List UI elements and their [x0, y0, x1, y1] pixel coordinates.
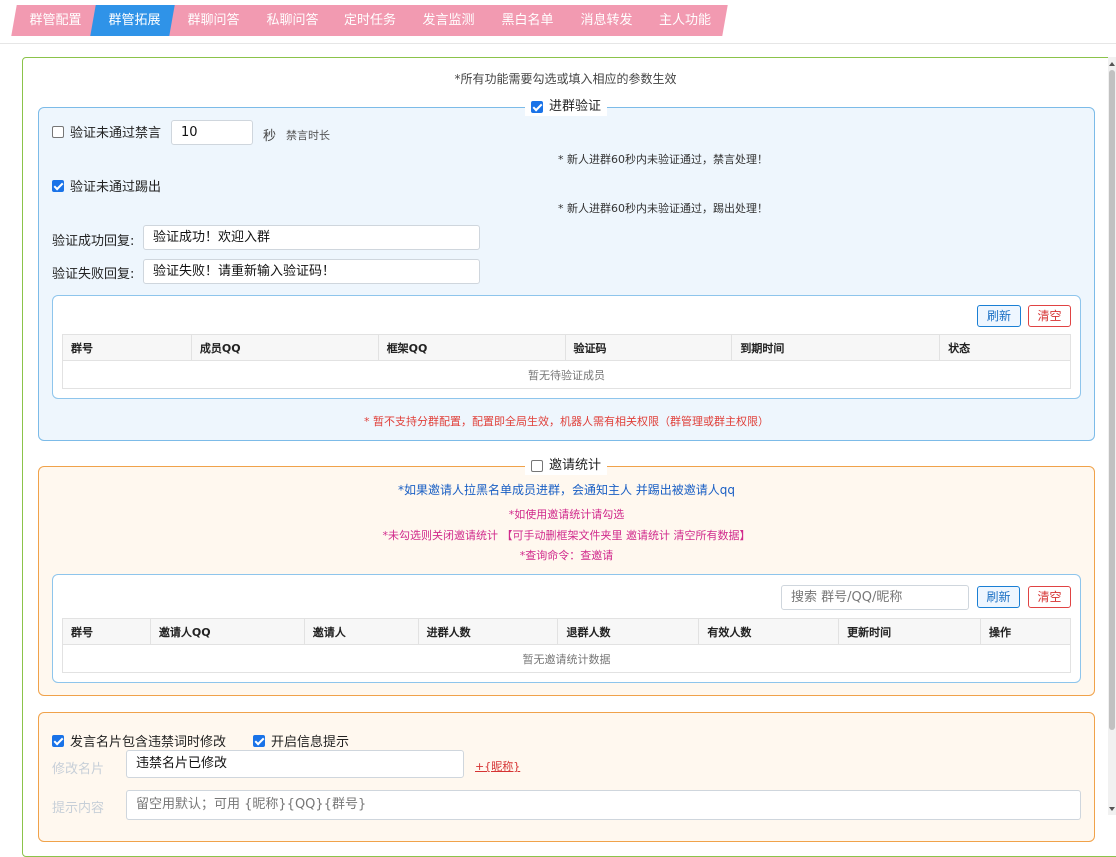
verify-legend-label: 进群验证 — [549, 99, 602, 114]
col-group-number: 群号 — [62, 334, 192, 361]
invite-empty-text: 暂无邀请统计数据 — [62, 644, 1071, 673]
table-header-row: 群号 邀请人QQ 邀请人 进群人数 退群人数 有效人数 更新时间 操作 — [62, 618, 1071, 645]
tab-owner-functions[interactable]: 主人功能 — [648, 5, 722, 36]
verify-refresh-button[interactable]: 刷新 — [977, 305, 1021, 327]
invite-note-1: *如果邀请人拉黑名单成员进群，会通知主人 并踢出被邀请人qq — [397, 483, 736, 497]
info-tip-label: 开启信息提示 — [271, 735, 350, 750]
tab-label: 群管配置 — [29, 13, 82, 28]
invite-enable-checkbox[interactable] — [531, 460, 543, 472]
card-label-2-text: 提示内容 — [52, 801, 105, 816]
fail-reply-input[interactable]: 验证失败！请重新输入验证码！ — [143, 259, 480, 284]
invite-clear-button[interactable]: 清空 — [1028, 586, 1071, 608]
tab-label: 消息转发 — [580, 13, 633, 28]
invite-legend-label: 邀请统计 — [549, 458, 602, 473]
mute-label: 验证未通过禁言 — [70, 126, 162, 141]
success-reply-label: 验证成功回复: — [52, 230, 134, 249]
card-label-1-text: 修改名片 — [52, 762, 105, 777]
table-row: 暂无邀请统计数据 — [62, 644, 1071, 673]
tab-label: 群聊问答 — [187, 13, 240, 28]
verify-empty-text: 暂无待验证成员 — [62, 360, 1071, 389]
card-option-1[interactable]: 发言名片包含违禁词时修改 — [52, 731, 226, 750]
card-option-2[interactable]: 开启信息提示 — [253, 731, 349, 750]
col-joined-count: 进群人数 — [417, 618, 559, 645]
invite-note-4: *查询命令：查邀请 — [519, 549, 614, 562]
col-verify-code: 验证码 — [564, 334, 733, 361]
tab-speech-monitor[interactable]: 发言监测 — [411, 5, 486, 36]
verify-clear-button[interactable]: 清空 — [1028, 305, 1071, 327]
tab-label: 主人功能 — [658, 13, 711, 28]
verify-table: 群号 成员QQ 框架QQ 验证码 到期时间 状态 暂无待验证成员 — [62, 334, 1071, 389]
tab-group-extension[interactable]: 群管拓展 — [96, 5, 173, 36]
invite-refresh-button[interactable]: 刷新 — [977, 586, 1020, 608]
card-name-input[interactable]: 违禁名片已修改 — [126, 750, 464, 778]
tab-private-qa[interactable]: 私聊问答 — [254, 5, 331, 36]
tab-label: 发言监测 — [422, 13, 475, 28]
col-frame-qq: 框架QQ — [377, 334, 566, 361]
kick-checkbox[interactable] — [52, 179, 64, 192]
mute-unit-hint: 禁言时长 — [286, 128, 331, 142]
kick-option[interactable]: 验证未通过踢出 — [52, 176, 161, 195]
fail-label-text: 验证失败回复: — [52, 267, 135, 282]
col-expire-time: 到期时间 — [731, 334, 941, 361]
col-valid-count: 有效人数 — [698, 618, 840, 645]
info-tip-checkbox[interactable] — [253, 734, 265, 747]
scroll-down-arrow-icon[interactable] — [1109, 807, 1115, 811]
table-row: 暂无待验证成员 — [62, 360, 1071, 389]
col-member-qq: 成员QQ — [190, 334, 379, 361]
tab-group-config[interactable]: 群管配置 — [17, 5, 94, 36]
scrollbar-thumb[interactable] — [1109, 70, 1115, 730]
card-field-label-1: 修改名片 — [52, 758, 104, 777]
invite-note-2: *如使用邀请统计请勾选 — [508, 508, 625, 521]
card-field-label-2: 提示内容 — [52, 797, 104, 816]
success-reply-input[interactable]: 验证成功！欢迎入群 — [143, 225, 480, 250]
col-update-time: 更新时间 — [838, 618, 982, 645]
tab-message-forward[interactable]: 消息转发 — [569, 5, 644, 36]
col-group-number: 群号 — [62, 618, 151, 645]
tab-label: 群管拓展 — [108, 13, 161, 28]
card-modify-label: 发言名片包含违禁词时修改 — [70, 735, 227, 750]
success-label-text: 验证成功回复: — [52, 234, 135, 249]
top-note: *所有功能需要勾选或填入相应的参数生效 — [454, 72, 677, 86]
card-modify-checkbox[interactable] — [52, 734, 64, 747]
col-left-count: 退群人数 — [557, 618, 700, 645]
nickname-var-link[interactable]: +{昵称} — [475, 758, 520, 774]
col-inviter: 邀请人 — [303, 618, 419, 645]
tip-content-input[interactable]: 留空用默认；可用 {昵称}{QQ}{群号} — [126, 790, 1081, 820]
mute-option[interactable]: 验证未通过禁言 — [52, 122, 161, 141]
tab-label: 定时任务 — [343, 13, 396, 28]
invite-table: 群号 邀请人QQ 邀请人 进群人数 退群人数 有效人数 更新时间 操作 暂无邀请… — [62, 618, 1071, 673]
mute-checkbox[interactable] — [52, 125, 64, 138]
fail-reply-label: 验证失败回复: — [52, 263, 134, 282]
col-status: 状态 — [939, 334, 1071, 361]
tab-scheduled-tasks[interactable]: 定时任务 — [333, 5, 407, 36]
scroll-up-arrow-icon[interactable] — [1109, 62, 1115, 66]
invite-search-input[interactable]: 搜索 群号/QQ/昵称 — [781, 585, 969, 610]
mute-duration-input[interactable]: 10 — [171, 120, 253, 145]
tab-label: 私聊问答 — [266, 13, 319, 28]
tab-blackwhite-list[interactable]: 黑白名单 — [490, 5, 565, 36]
invite-legend[interactable]: 邀请统计 — [525, 457, 608, 475]
mute-hint: * 新人进群60秒内未验证通过，禁言处理！ — [558, 153, 768, 166]
verify-enable-checkbox[interactable] — [531, 101, 543, 113]
invite-note-3: *未勾选则关闭邀请统计 【可手动删框架文件夹里 邀请统计 清空所有数据】 — [382, 529, 751, 542]
kick-label: 验证未通过踢出 — [70, 180, 162, 195]
kick-hint: * 新人进群60秒内未验证通过，踢出处理！ — [558, 202, 768, 215]
table-header-row: 群号 成员QQ 框架QQ 验证码 到期时间 状态 — [62, 334, 1071, 361]
mute-unit: 秒 — [263, 129, 277, 144]
tab-label: 黑白名单 — [501, 13, 554, 28]
verify-footer-note: * 暂不支持分群配置，配置即全局生效，机器人需有相关权限（群管理或群主权限） — [364, 415, 769, 428]
mute-unit-row: 秒 禁言时长 — [263, 125, 331, 145]
col-inviter-qq: 邀请人QQ — [149, 618, 305, 645]
col-actions: 操作 — [980, 618, 1071, 645]
tab-group-qa[interactable]: 群聊问答 — [175, 5, 252, 36]
tab-bar: 群管配置 群管拓展 群聊问答 私聊问答 定时任务 发言监测 黑白名单 消息转发 … — [0, 0, 1116, 44]
verify-legend[interactable]: 进群验证 — [525, 98, 608, 116]
